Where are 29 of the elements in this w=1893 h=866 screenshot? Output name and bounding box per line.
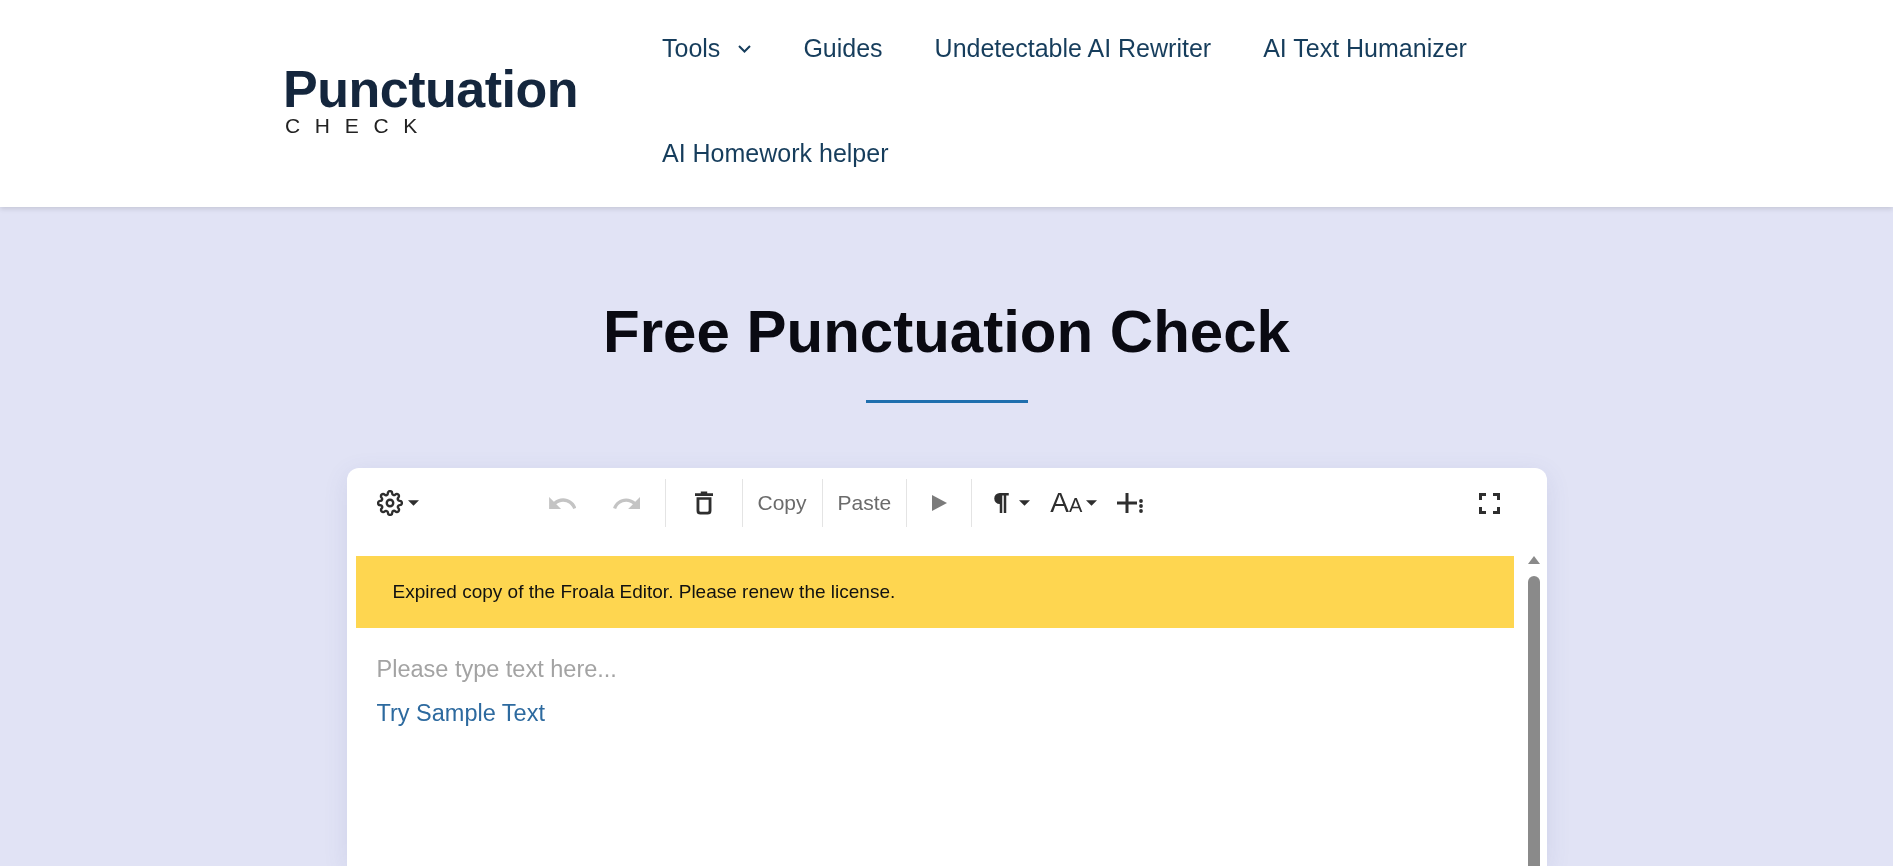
copy-button[interactable]: Copy: [754, 483, 810, 523]
nav-link[interactable]: AI Text Humanizer: [1263, 0, 1467, 98]
gear-icon: [376, 490, 403, 516]
text-editor-field[interactable]: Please type text here... Try Sample Text: [355, 628, 1514, 866]
font-size-button[interactable]: AA: [1050, 483, 1098, 523]
caret-icon: [1019, 500, 1031, 506]
page-title: Free Punctuation Check: [603, 302, 1290, 362]
logo-tagline: CHECK: [284, 116, 432, 136]
license-notice: Expired copy of the Froala Editor. Please renew the license.: [355, 556, 1514, 628]
nav-link[interactable]: Guides: [803, 0, 883, 98]
caret-icon: [407, 500, 419, 506]
nav-link[interactable]: Undetectable AI Rewriter: [934, 0, 1212, 98]
scrollbar-thumb[interactable]: [1528, 576, 1540, 866]
caret-icon: [1086, 500, 1098, 506]
paste-button[interactable]: Paste: [834, 483, 895, 523]
pilcrow-icon: [994, 493, 1010, 513]
nav-link[interactable]: AI Homework helper: [662, 105, 889, 203]
nav-dropdown[interactable]: Tools: [662, 0, 752, 98]
plus-dots-icon: [1117, 493, 1144, 513]
scroll-up-icon[interactable]: [1528, 556, 1540, 564]
redo-icon: [613, 497, 640, 509]
fullscreen-icon: [1479, 492, 1500, 514]
placeholder-text: Please type text here...: [376, 655, 617, 683]
undo-icon: [549, 497, 576, 509]
trash-icon: [694, 491, 713, 515]
sample-text-link[interactable]: Try Sample Text: [376, 699, 545, 727]
chevron-down-icon: [738, 45, 752, 53]
logo-wordmark: Punctuation: [283, 66, 578, 112]
play-icon: [931, 495, 947, 511]
